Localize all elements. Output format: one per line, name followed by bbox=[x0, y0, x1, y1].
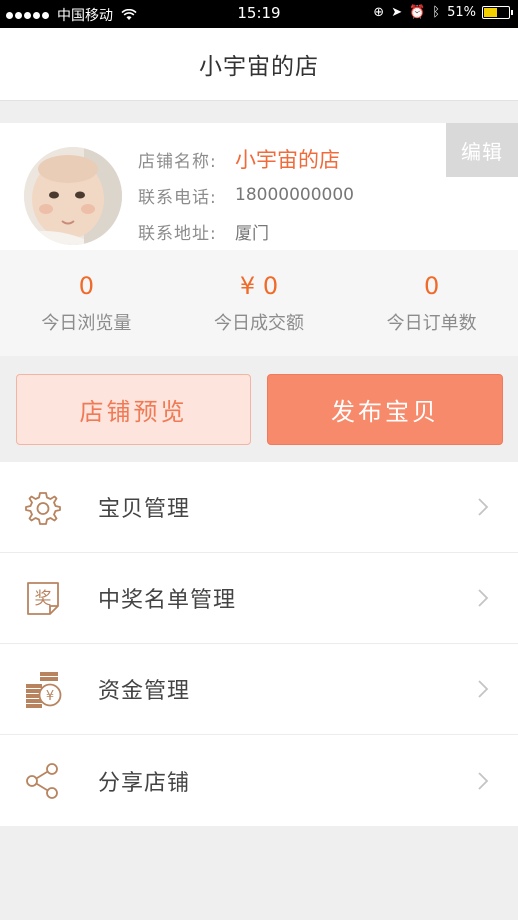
status-bar: 中国移动 15:19 ⊕ ➤ ⏰ ᛒ 51% bbox=[0, 0, 518, 28]
location-icon: ➤ bbox=[391, 5, 403, 20]
chevron-right-icon bbox=[478, 498, 489, 516]
avatar[interactable] bbox=[24, 147, 122, 245]
stat-value: 0 bbox=[78, 272, 94, 300]
menu-item-funds[interactable]: ¥ 资金管理 bbox=[0, 644, 518, 735]
today-stats: 0 今日浏览量 ¥ 0 今日成交额 0 今日订单数 bbox=[0, 250, 518, 356]
shop-info-card: 店铺名称: 小宇宙的店 联系电话: 18000000000 联系地址: 厦门 编… bbox=[0, 123, 518, 250]
stat-label: 今日浏览量 bbox=[41, 313, 132, 334]
battery-icon bbox=[482, 6, 513, 19]
svg-text:奖: 奖 bbox=[35, 589, 52, 609]
address-value: 厦门 bbox=[235, 223, 269, 244]
phone-value: 18000000000 bbox=[235, 185, 354, 205]
stat-label: 今日成交额 bbox=[214, 313, 304, 334]
menu-item-prize-list[interactable]: 奖 中奖名单管理 bbox=[0, 553, 518, 644]
chevron-right-icon bbox=[478, 771, 489, 790]
preview-shop-button[interactable]: 店铺预览 bbox=[16, 374, 251, 445]
chevron-right-icon bbox=[478, 680, 489, 698]
menu-item-label: 中奖名单管理 bbox=[98, 588, 237, 613]
shop-name-key: 店铺名称: bbox=[138, 151, 217, 172]
chevron-right-icon bbox=[478, 589, 489, 607]
stat-value: 0 bbox=[424, 272, 440, 300]
share-icon bbox=[26, 763, 58, 799]
nav-bar: 小宇宙的店 bbox=[0, 28, 518, 101]
stat-label: 今日订单数 bbox=[386, 313, 477, 334]
battery-percent: 51% bbox=[447, 5, 476, 20]
bluetooth-icon: ᛒ bbox=[432, 5, 441, 20]
stat-sales: ¥ 0 今日成交额 bbox=[173, 250, 346, 356]
menu-list: 宝贝管理 奖 中奖名单管理 ¥ 资金管理 分享店铺 bbox=[0, 462, 518, 826]
rotation-lock-icon: ⊕ bbox=[373, 5, 385, 20]
stat-orders: 0 今日订单数 bbox=[345, 250, 518, 356]
edit-button[interactable]: 编辑 bbox=[446, 123, 518, 177]
shop-name-value: 小宇宙的店 bbox=[235, 148, 340, 172]
prize-icon: 奖 bbox=[27, 582, 59, 615]
stat-views: 0 今日浏览量 bbox=[0, 250, 173, 356]
menu-item-label: 分享店铺 bbox=[98, 770, 191, 796]
svg-text:¥: ¥ bbox=[46, 689, 54, 704]
publish-item-button[interactable]: 发布宝贝 bbox=[267, 374, 503, 445]
page-title: 小宇宙的店 bbox=[199, 54, 319, 80]
alarm-icon: ⏰ bbox=[409, 5, 426, 20]
stat-value: ¥ 0 bbox=[239, 272, 279, 300]
phone-key: 联系电话: bbox=[138, 187, 217, 208]
coins-icon: ¥ bbox=[26, 672, 62, 708]
gear-icon bbox=[25, 492, 61, 525]
address-key: 联系地址: bbox=[138, 223, 217, 244]
menu-item-item-management[interactable]: 宝贝管理 bbox=[0, 462, 518, 553]
menu-item-share-shop[interactable]: 分享店铺 bbox=[0, 735, 518, 826]
menu-item-label: 宝贝管理 bbox=[98, 497, 191, 522]
menu-item-label: 资金管理 bbox=[98, 679, 191, 704]
action-bar: 店铺预览 发布宝贝 bbox=[0, 356, 518, 462]
